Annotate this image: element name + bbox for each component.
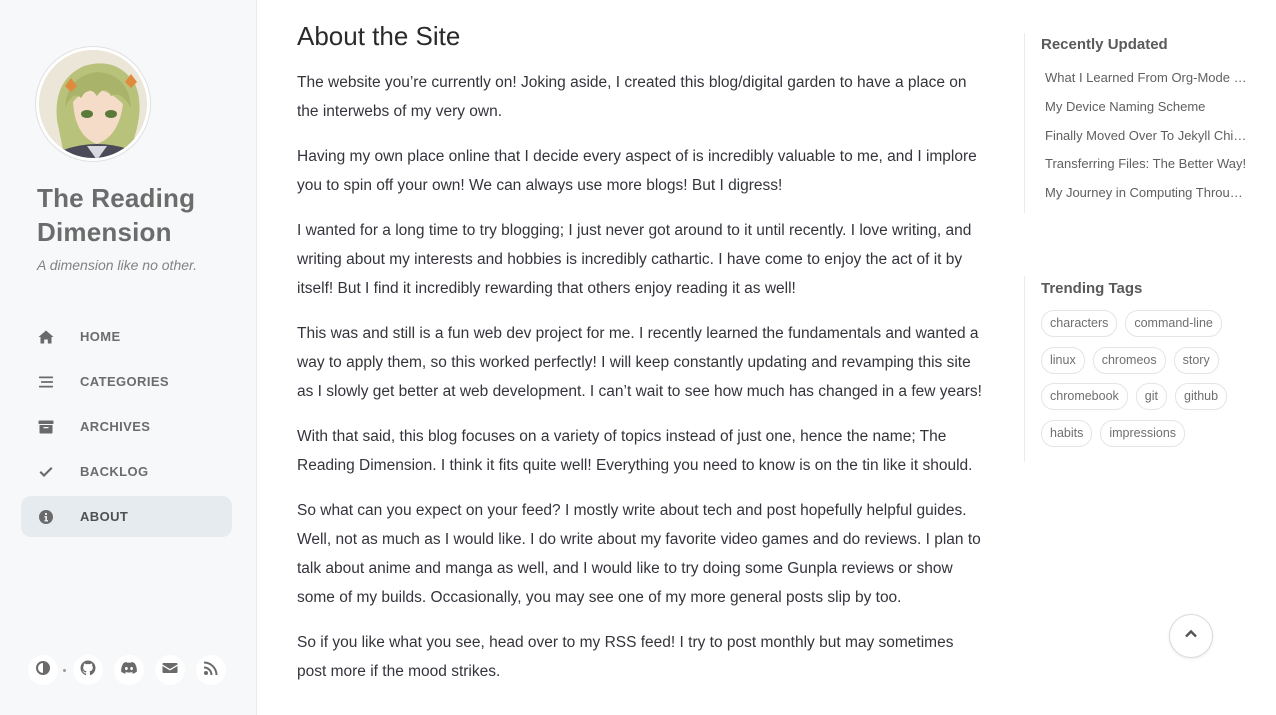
sidebar-nav: HOME CATEGORIES ARCHIVES BACKLOG ABOUT — [21, 316, 232, 541]
avatar[interactable] — [36, 47, 150, 161]
rss-icon — [203, 660, 219, 681]
nav-item-categories[interactable]: CATEGORIES — [21, 361, 232, 402]
nav-label: ARCHIVES — [80, 419, 151, 434]
email-button[interactable] — [155, 655, 185, 685]
separator-dot — [63, 668, 66, 672]
paragraph: So what can you expect on your feed? I m… — [297, 502, 981, 606]
check-icon — [37, 463, 55, 481]
tag-story[interactable]: story — [1173, 346, 1219, 374]
nav-label: HOME — [80, 329, 121, 344]
chevron-up-icon — [1182, 625, 1200, 648]
tag-habits[interactable]: habits — [1041, 419, 1093, 447]
recent-post-link[interactable]: What I Learned From Org-Mode … — [1041, 64, 1252, 93]
discord-button[interactable] — [114, 655, 144, 685]
paragraph: Having my own place online that I decide… — [297, 148, 977, 194]
home-icon — [37, 328, 55, 346]
nav-item-about[interactable]: ABOUT — [21, 496, 232, 537]
theme-toggle-icon — [35, 660, 51, 681]
sidebar: The Reading Dimension A dimension like n… — [0, 0, 257, 715]
email-icon — [162, 660, 178, 681]
recently-updated-heading: Recently Updated — [1041, 36, 1168, 53]
paragraph: This was and still is a fun web dev proj… — [297, 325, 982, 400]
recent-post-link[interactable]: My Device Naming Scheme — [1041, 93, 1252, 122]
nav-label: CATEGORIES — [80, 374, 169, 389]
nav-label: ABOUT — [80, 509, 129, 524]
tag-characters[interactable]: characters — [1041, 310, 1118, 337]
recent-post-link[interactable]: Transferring Files: The Better Way! — [1041, 150, 1252, 179]
info-circle-icon — [37, 508, 55, 526]
theme-toggle-button[interactable] — [28, 655, 58, 685]
rss-button[interactable] — [196, 655, 226, 685]
github-button[interactable] — [73, 655, 103, 685]
tag-chromebook[interactable]: chromebook — [1041, 383, 1128, 410]
trending-tags-panel: Trending Tags characters command-line li… — [1024, 276, 1264, 462]
site-subtitle: A dimension like no other. — [37, 257, 198, 273]
back-to-top-button[interactable] — [1169, 614, 1213, 658]
tag-command-line[interactable]: command-line — [1125, 310, 1222, 337]
tag-github[interactable]: github — [1175, 383, 1228, 410]
tag-impressions[interactable]: impressions — [1100, 419, 1186, 447]
tag-git[interactable]: git — [1135, 383, 1167, 410]
tag-list: characters command-line linux chromeos s… — [1041, 310, 1261, 456]
discord-icon — [121, 660, 137, 681]
trending-tags-heading: Trending Tags — [1041, 280, 1143, 297]
sidebar-bottom-bar — [28, 655, 237, 685]
main-content: About the Site The website you’re curren… — [297, 0, 987, 702]
stream-icon — [37, 373, 55, 391]
nav-label: BACKLOG — [80, 464, 149, 479]
nav-item-home[interactable]: HOME — [21, 316, 232, 357]
paragraph: I wanted for a long time to try blogging… — [297, 222, 972, 297]
tag-chromeos[interactable]: chromeos — [1092, 346, 1166, 374]
tag-linux[interactable]: linux — [1041, 346, 1085, 374]
github-icon — [80, 660, 96, 681]
recent-post-link[interactable]: My Journey in Computing Throu… — [1041, 179, 1252, 208]
archive-icon — [37, 418, 55, 436]
nav-item-archives[interactable]: ARCHIVES — [21, 406, 232, 447]
recently-updated-panel: Recently Updated What I Learned From Org… — [1024, 33, 1264, 213]
paragraph: The website you’re currently on! Joking … — [297, 74, 967, 120]
nav-item-backlog[interactable]: BACKLOG — [21, 451, 232, 492]
page-title: About the Site — [297, 21, 461, 51]
site-title[interactable]: The Reading Dimension — [37, 181, 247, 249]
paragraph: So if you like what you see, head over t… — [297, 634, 954, 680]
avatar-image — [39, 50, 147, 158]
paragraph: With that said, this blog focuses on a v… — [297, 428, 973, 474]
recent-post-link[interactable]: Finally Moved Over To Jekyll Chi… — [1041, 122, 1252, 151]
